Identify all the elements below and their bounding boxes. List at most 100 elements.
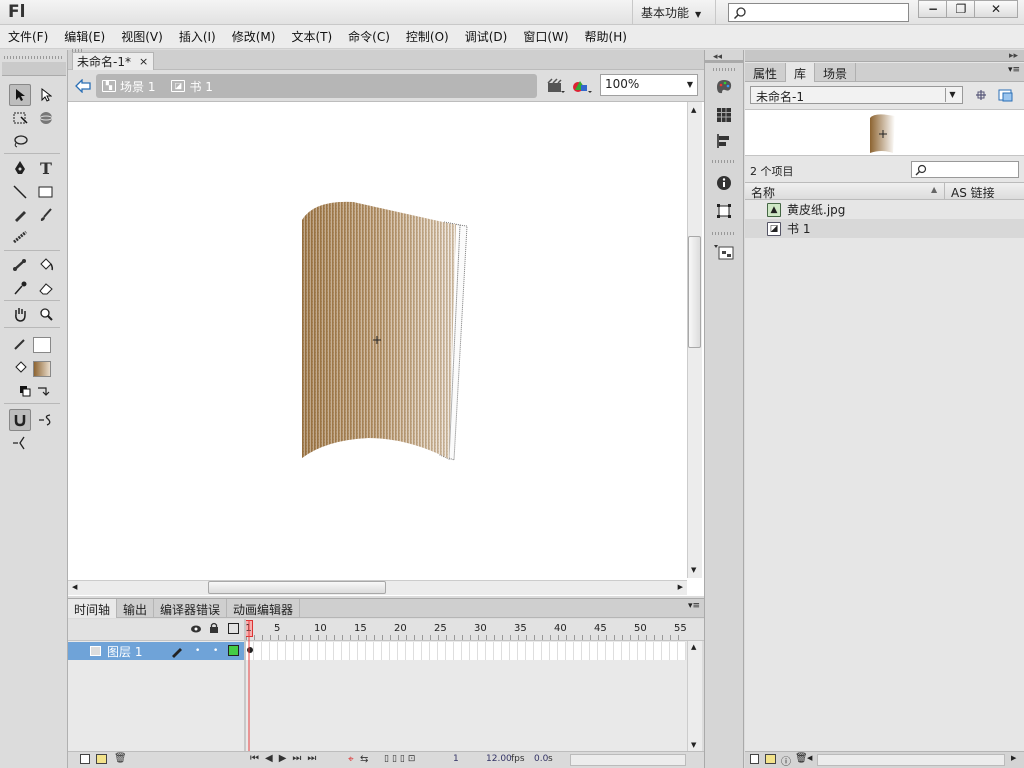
stroke-color-swatch[interactable] [33, 337, 51, 353]
current-frame[interactable]: 1 [453, 754, 459, 764]
menu-text[interactable]: 文本(T) [283, 26, 340, 48]
layer-lock-dot[interactable]: • [213, 646, 218, 656]
3d-rotation-tool-icon[interactable] [35, 107, 57, 129]
deco-tool-icon[interactable] [9, 226, 31, 248]
layer-visible-dot[interactable]: • [195, 646, 200, 656]
eye-icon[interactable] [190, 623, 202, 637]
pencil-tool-icon[interactable] [9, 204, 31, 226]
expand-arrows-icon[interactable]: ▸▸ [1009, 51, 1018, 61]
timeline-horizontal-scrollbar[interactable] [570, 754, 686, 766]
pin-library-icon[interactable] [972, 87, 990, 103]
close-button[interactable]: ✕ [974, 0, 1018, 18]
frame-ruler[interactable]: 1 5 10 15 20 25 30 35 40 45 50 55 [244, 619, 687, 640]
breadcrumb-scene[interactable]: ▚ 场景 1 [102, 78, 155, 95]
text-tool-icon[interactable]: T [35, 157, 57, 179]
loop-icon[interactable]: ⇆ [360, 754, 368, 765]
bone-tool-icon[interactable] [9, 254, 31, 276]
eraser-tool-icon[interactable] [35, 277, 57, 299]
tab-output[interactable]: 输出 [117, 598, 155, 618]
onion-skin-icons[interactable]: ▯▯▯⊡ [384, 754, 418, 764]
tab-motion-editor[interactable]: 动画编辑器 [227, 598, 301, 618]
scroll-left-icon[interactable]: ◀ [807, 754, 812, 762]
subselection-tool-icon[interactable] [35, 84, 57, 106]
color-panel-icon[interactable] [712, 76, 736, 98]
menu-debug[interactable]: 调试(D) [457, 26, 516, 48]
column-as-linkage[interactable]: AS 链接 [951, 184, 995, 201]
eyedropper-tool-icon[interactable] [9, 277, 31, 299]
lock-icon[interactable] [209, 622, 219, 637]
scroll-left-icon[interactable]: ◀ [72, 583, 77, 591]
tab-scene[interactable]: 场景 [815, 62, 857, 82]
panel-grip[interactable] [712, 232, 734, 235]
rectangle-tool-icon[interactable] [35, 181, 57, 203]
brush-tool-icon[interactable] [35, 204, 57, 226]
back-arrow-icon[interactable] [74, 77, 92, 95]
hand-tool-icon[interactable] [9, 303, 31, 325]
paint-bucket-tool-icon[interactable] [35, 254, 57, 276]
workspace-switcher[interactable]: 基本功能 ▼ [632, 0, 716, 24]
library-document-select[interactable]: 未命名-1 ▼ [750, 86, 963, 104]
library-item-symbol[interactable]: ◪ 书 1 [745, 219, 1024, 238]
delete-item-icon[interactable]: 🗑 [795, 753, 808, 764]
stage[interactable] [68, 102, 704, 596]
vertical-scroll-thumb[interactable] [688, 236, 701, 348]
swatches-panel-icon[interactable] [712, 104, 736, 126]
menu-modify[interactable]: 修改(M) [224, 26, 284, 48]
menu-commands[interactable]: 命令(C) [340, 26, 398, 48]
sort-ascending-icon[interactable]: ▲ [931, 185, 937, 194]
new-layer-icon[interactable] [80, 754, 90, 764]
horizontal-scroll-thumb[interactable] [208, 581, 386, 594]
selection-tool-icon[interactable] [9, 84, 31, 106]
lasso-tool-icon[interactable] [9, 130, 31, 152]
transform-panel-icon[interactable] [712, 200, 736, 222]
new-symbol-icon[interactable] [750, 754, 759, 764]
edit-symbols-icon[interactable] [571, 77, 593, 95]
scroll-up-icon[interactable]: ▲ [691, 106, 696, 114]
tab-compiler-errors[interactable]: 编译器错误 [154, 598, 228, 618]
zoom-select[interactable]: 100% ▼ [600, 74, 698, 96]
menu-control[interactable]: 控制(O) [398, 26, 457, 48]
layer-row[interactable]: 图层 1 • • [68, 642, 244, 660]
panel-grip[interactable] [713, 68, 735, 71]
new-library-panel-icon[interactable] [997, 87, 1015, 103]
menu-view[interactable]: 视图(V) [113, 26, 171, 48]
close-tab-icon[interactable]: × [139, 55, 148, 68]
menu-edit[interactable]: 编辑(E) [56, 26, 113, 48]
tab-timeline[interactable]: 时间轴 [68, 598, 118, 618]
menu-help[interactable]: 帮助(H) [577, 26, 635, 48]
frame-rate[interactable]: 12.00 [486, 754, 512, 764]
help-search-input[interactable] [728, 3, 909, 22]
scroll-down-icon[interactable]: ▼ [691, 741, 696, 749]
panel-menu-icon[interactable]: ▾≡ [1008, 65, 1020, 75]
scroll-right-icon[interactable]: ▶ [1011, 754, 1016, 762]
timeline-vertical-scrollbar[interactable]: ▲ ▼ [687, 641, 702, 751]
new-folder-icon[interactable] [765, 754, 776, 764]
outline-icon[interactable] [228, 623, 239, 634]
panel-menu-icon[interactable]: ▾≡ [688, 601, 700, 611]
layer-outline-color[interactable] [228, 645, 239, 656]
smooth-icon[interactable] [35, 409, 57, 431]
zoom-tool-icon[interactable] [35, 303, 57, 325]
fill-color-swatch[interactable] [33, 361, 51, 377]
library-horizontal-scrollbar[interactable] [817, 754, 1005, 766]
pen-tool-icon[interactable] [9, 157, 31, 179]
delete-layer-icon[interactable]: 🗑 [114, 753, 127, 764]
swap-colors-icon[interactable] [32, 380, 54, 402]
scroll-up-icon[interactable]: ▲ [691, 643, 696, 651]
menu-file[interactable]: 文件(F) [0, 26, 56, 48]
document-tab[interactable]: 未命名-1* × [72, 52, 154, 70]
frames-row[interactable] [246, 642, 686, 660]
tab-properties[interactable]: 属性 [745, 62, 787, 82]
minimize-button[interactable]: − [918, 0, 948, 18]
panel-grip[interactable] [4, 56, 64, 59]
info-panel-icon[interactable] [712, 172, 736, 194]
playhead[interactable] [246, 620, 252, 767]
components-panel-icon[interactable] [712, 242, 736, 264]
scroll-down-icon[interactable]: ▼ [691, 566, 696, 574]
breadcrumb-symbol[interactable]: ◪ 书 1 [171, 78, 213, 95]
panel-grip[interactable] [712, 160, 734, 163]
book-graphic[interactable] [68, 102, 687, 580]
library-item-bitmap[interactable]: ▲ 黄皮纸.jpg [745, 200, 1024, 219]
align-panel-icon[interactable] [712, 130, 736, 152]
new-folder-icon[interactable] [96, 754, 107, 764]
